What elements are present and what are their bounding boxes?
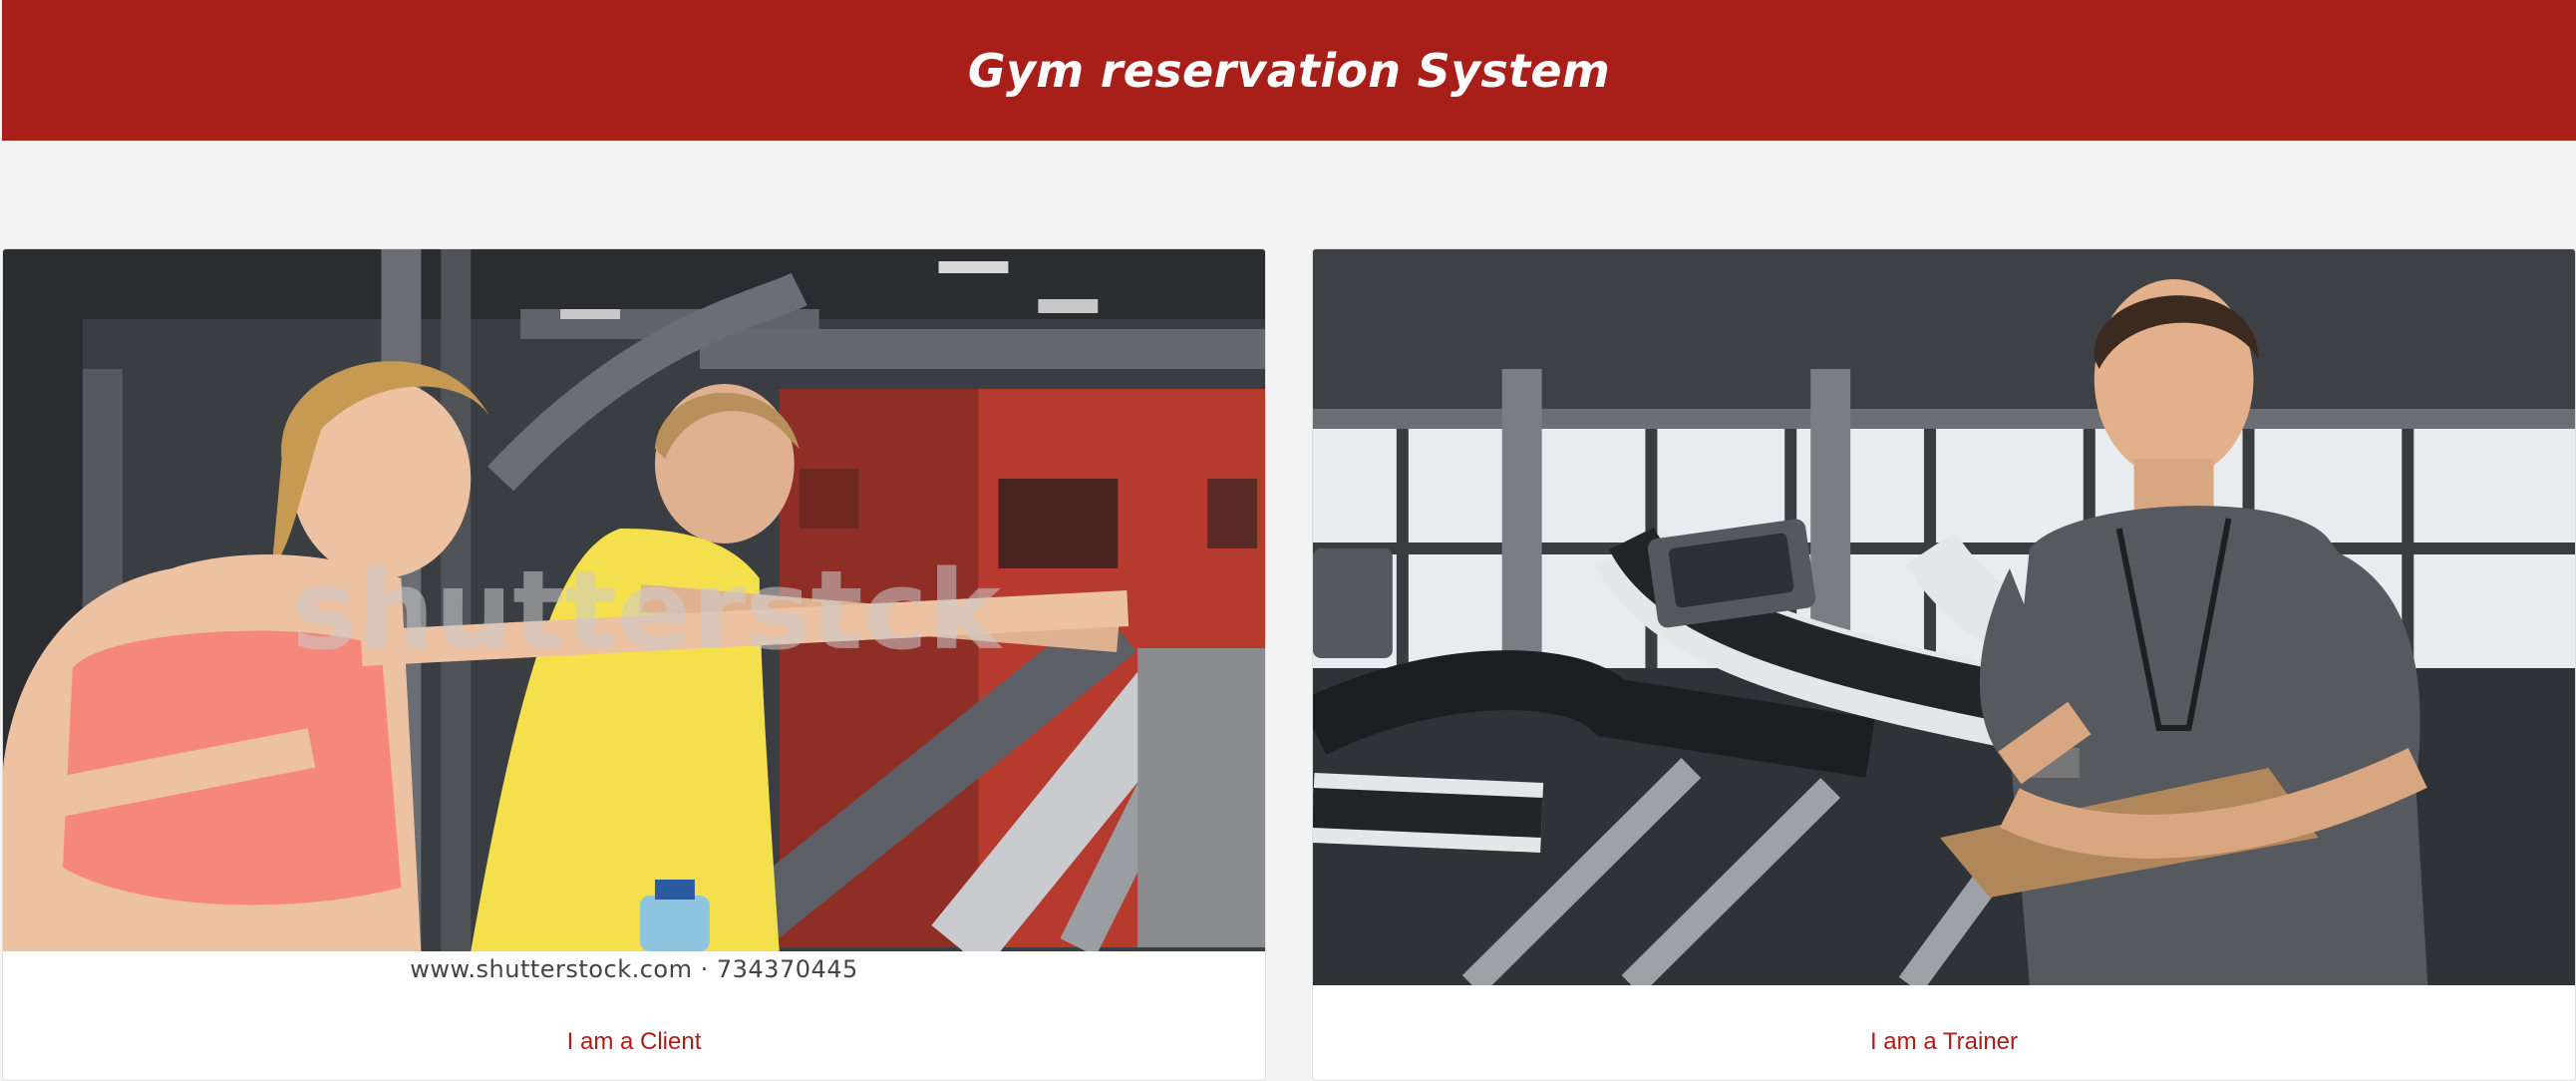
client-link[interactable]: I am a Client [3,1017,1265,1067]
image-watermark: shutterstck [292,546,1004,674]
trainer-link[interactable]: I am a Trainer [1313,1017,2575,1067]
client-photo: shutterstck [3,249,1265,951]
image-caption: www.shutterstock.com · 734370445 [410,955,858,983]
page-title: Gym reservation System [967,43,1611,98]
app-header: Gym reservation System [2,0,2576,141]
client-card: shutterstck www.shutterstock.com · 73437… [2,248,1266,1081]
trainer-photo [1313,249,2575,985]
trainer-card: I am a Trainer [1312,248,2576,1081]
